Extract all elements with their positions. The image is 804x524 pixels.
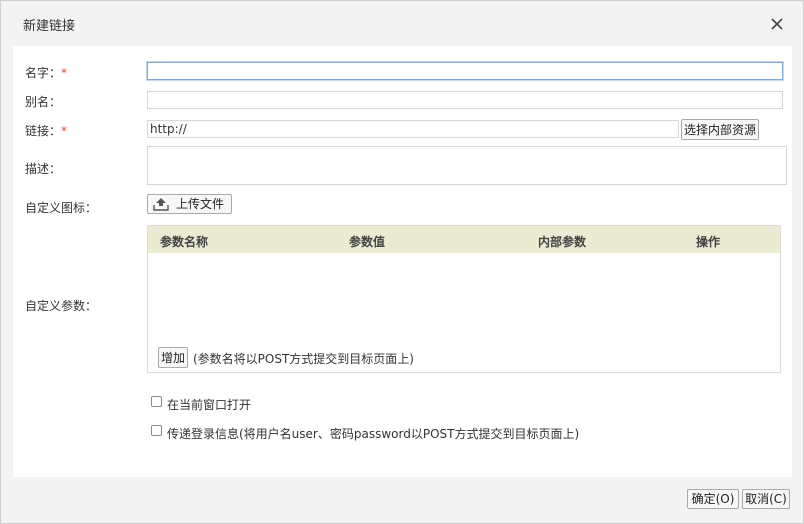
ok-button[interactable]: 确定(O): [687, 489, 739, 509]
link-required-mark: *: [61, 124, 68, 138]
upload-file-button[interactable]: 上传文件: [147, 194, 232, 214]
dialog-title: 新建链接: [23, 19, 76, 34]
description-label: 描述：: [25, 162, 62, 176]
link-input[interactable]: [147, 120, 679, 138]
cancel-button[interactable]: 取消(C): [742, 489, 790, 509]
add-param-button[interactable]: 增加: [158, 347, 188, 368]
name-input[interactable]: [147, 62, 783, 80]
name-label: 名字：: [25, 66, 62, 80]
params-hint: (参数名将以POST方式提交到目标页面上): [193, 352, 414, 366]
column-internal-param: 内部参数: [538, 235, 587, 249]
pass-login-info-checkbox[interactable]: [151, 425, 162, 436]
link-label-group: 链接：*: [25, 122, 67, 139]
dialog-titlebar: 新建链接: [1, 1, 803, 45]
column-operation: 操作: [696, 235, 721, 249]
description-textarea[interactable]: [147, 146, 787, 185]
column-param-name: 参数名称: [160, 235, 209, 249]
open-in-current-window-label: 在当前窗口打开: [167, 398, 252, 412]
upload-file-label: 上传文件: [176, 197, 225, 211]
custom-params-label: 自定义参数：: [25, 299, 98, 313]
custom-icon-label: 自定义图标：: [25, 201, 98, 215]
dialog-content: 名字：* 别名： 链接：* 选择内部资源 描述： 自定义图标： 上传文件 自定义…: [13, 46, 792, 477]
select-internal-resource-button[interactable]: 选择内部资源: [681, 119, 759, 140]
alias-label: 别名：: [25, 95, 62, 109]
column-param-value: 参数值: [349, 235, 386, 249]
params-table-header: 参数名称 参数值 内部参数 操作: [148, 226, 780, 253]
pass-login-info-label: 传递登录信息(将用户名user、密码password以POST方式提交到目标页面…: [167, 427, 580, 441]
close-icon[interactable]: [767, 14, 787, 34]
name-required-mark: *: [61, 66, 68, 80]
upload-icon: [153, 198, 169, 211]
custom-params-table: 参数名称 参数值 内部参数 操作 增加 (参数名将以POST方式提交到目标页面上…: [147, 225, 781, 373]
new-link-dialog: 新建链接 名字：* 别名： 链接：* 选择内部资源 描述： 自定义图标：: [0, 0, 804, 524]
name-label-group: 名字：*: [25, 64, 67, 81]
alias-input[interactable]: [147, 91, 783, 109]
link-label: 链接：: [25, 124, 62, 138]
open-in-current-window-checkbox[interactable]: [151, 396, 162, 407]
